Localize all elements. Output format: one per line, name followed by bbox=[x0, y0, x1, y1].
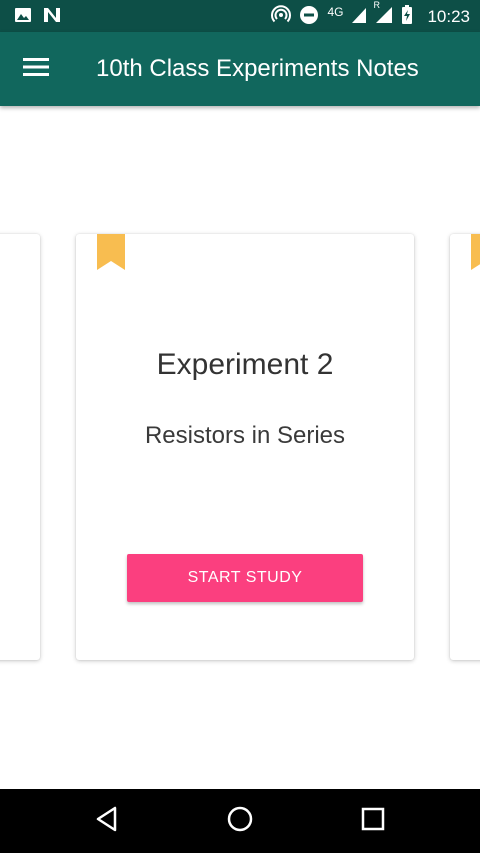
image-icon bbox=[14, 7, 32, 27]
recents-icon bbox=[361, 807, 385, 835]
signal-icon bbox=[351, 6, 367, 28]
status-bar: 4G R 10:23 bbox=[0, 0, 480, 32]
battery-charging-icon bbox=[401, 5, 413, 29]
experiment-title: Experiment 2 bbox=[156, 348, 334, 381]
hotspot-icon bbox=[271, 5, 292, 29]
experiments-carousel[interactable]: Experiment 2 Resistors in Series START S… bbox=[0, 210, 480, 688]
n-app-icon bbox=[42, 7, 62, 27]
previous-experiment-card[interactable] bbox=[0, 234, 40, 660]
back-button[interactable] bbox=[87, 803, 127, 839]
next-experiment-card[interactable] bbox=[450, 234, 480, 660]
next-bookmark-icon bbox=[470, 234, 480, 272]
recents-button[interactable] bbox=[353, 803, 393, 839]
bookmark-icon[interactable] bbox=[96, 234, 126, 272]
back-icon bbox=[95, 806, 119, 836]
roaming-indicator: R bbox=[373, 0, 380, 10]
app-bar: 10th Class Experiments Notes bbox=[0, 32, 480, 106]
navigation-bar bbox=[0, 789, 480, 853]
status-time: 10:23 bbox=[427, 7, 470, 26]
start-study-button[interactable]: START STUDY bbox=[127, 554, 363, 602]
network-type: 4G bbox=[327, 5, 344, 19]
menu-button[interactable] bbox=[16, 50, 56, 88]
hamburger-menu-icon bbox=[23, 57, 49, 81]
status-right-icons: 4G R 10:23 bbox=[271, 0, 470, 29]
experiment-card: Experiment 2 Resistors in Series START S… bbox=[76, 234, 414, 660]
home-icon bbox=[226, 805, 254, 837]
dnd-icon bbox=[299, 5, 319, 29]
signal-roaming-icon: R bbox=[373, 0, 393, 28]
app-title: 10th Class Experiments Notes bbox=[96, 55, 419, 82]
experiment-subtitle: Resistors in Series bbox=[144, 422, 346, 449]
status-left-icons bbox=[14, 7, 62, 27]
home-button[interactable] bbox=[220, 803, 260, 839]
